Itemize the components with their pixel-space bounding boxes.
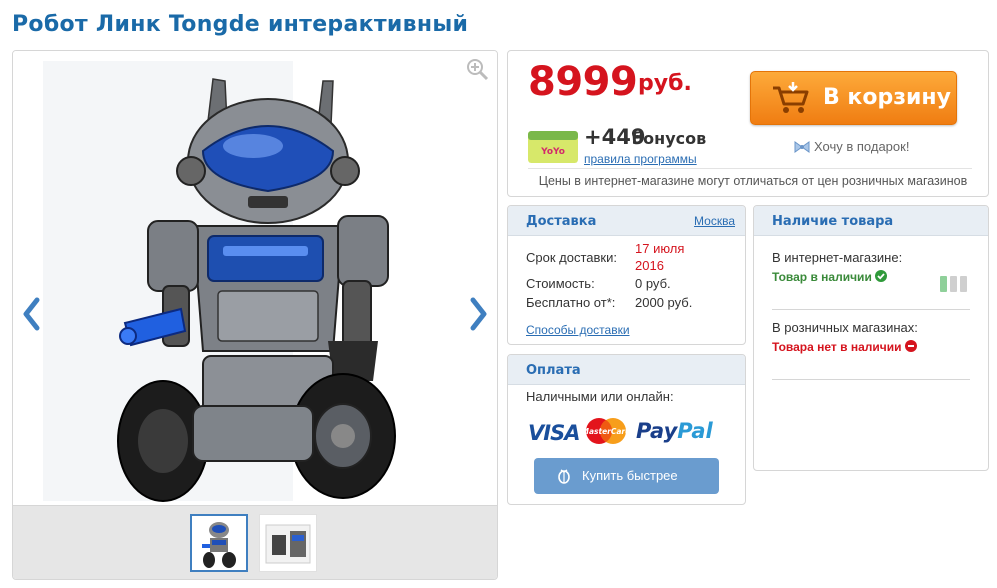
price-amount: 8999 (528, 59, 638, 105)
delivery-term-date: 17 июля (635, 241, 685, 256)
divider (772, 379, 970, 380)
stock-retail-status: Товара нет в наличии (772, 340, 917, 354)
delivery-panel: Доставка Москва Срок доставки: 17 июля 2… (507, 205, 746, 345)
add-to-cart-button[interactable]: В корзину (750, 71, 957, 125)
svg-text:YoYo: YoYo (540, 147, 565, 157)
mastercard-logo-text: MasterCard (582, 427, 630, 436)
delivery-methods-link[interactable]: Способы доставки (526, 323, 630, 337)
gift-wish-label: Хочу в подарок! (814, 139, 910, 154)
stock-retail-label: В розничных магазинах: (772, 320, 918, 335)
stock-header: Наличие товара (772, 214, 894, 229)
quick-buy-button[interactable]: Купить быстрее (534, 458, 719, 494)
payment-methods-text: Наличными или онлайн: (526, 389, 674, 404)
robot-image (43, 61, 396, 502)
delivery-header: Доставка (526, 214, 597, 229)
delivery-term-label: Срок доставки: (526, 250, 617, 265)
stock-online-status: Товар в наличии (772, 270, 888, 284)
payment-panel: Оплата Наличными или онлайн: VISA Master… (507, 354, 746, 505)
cart-icon (773, 82, 809, 113)
thumbnail-robot-front[interactable] (190, 514, 248, 572)
bonus-word: бонусов (632, 129, 707, 148)
quick-buy-label: Купить быстрее (582, 468, 678, 483)
visa-logo: VISA (528, 421, 580, 445)
thumbnail-strip (13, 505, 497, 579)
delivery-term-year: 2016 (635, 258, 664, 273)
price-box: 8999 руб. В корзину YoYo +449 бонусов пр… (507, 50, 989, 197)
delivery-cost-label: Стоимость: (526, 276, 595, 291)
delivery-free-label: Бесплатно от*: (526, 295, 616, 310)
chevron-right-icon[interactable] (469, 297, 489, 331)
mastercard-logo: MasterCard (582, 418, 630, 444)
stock-online-label: В интернет-магазине: (772, 250, 903, 265)
stock-level-indicator (940, 276, 968, 292)
zoom-in-icon[interactable] (465, 57, 489, 81)
chevron-left-icon[interactable] (21, 297, 41, 331)
divider (772, 309, 970, 310)
delivery-cost-value: 0 руб. (635, 276, 671, 291)
payment-logos: VISA MasterCard PayPal (528, 417, 728, 445)
add-to-cart-label: В корзину (823, 85, 951, 110)
product-gallery (12, 50, 498, 580)
product-title: Робот Линк Tongde интерактивный (12, 12, 469, 37)
bow-icon (794, 141, 810, 153)
main-product-image[interactable] (13, 51, 497, 506)
stock-panel: Наличие товара В интернет-магазине: Това… (753, 205, 989, 471)
payment-header: Оплата (526, 363, 581, 378)
price-disclaimer: Цены в интернет-магазине могут отличатьс… (538, 174, 968, 188)
gift-wish-link[interactable]: Хочу в подарок! (793, 139, 909, 154)
minus-circle-icon (904, 340, 917, 352)
thumbnail-robot-box[interactable] (259, 514, 317, 572)
divider (528, 168, 972, 169)
check-circle-icon (875, 270, 888, 282)
bonus-rules-link[interactable]: правила программы (584, 152, 697, 166)
delivery-city-link[interactable]: Москва (694, 214, 735, 228)
delivery-free-value: 2000 руб. (635, 295, 693, 310)
bug-icon (558, 469, 570, 484)
price-currency: руб. (638, 71, 692, 96)
bonus-card-icon: YoYo (528, 131, 578, 163)
paypal-logo: PayPal (636, 419, 713, 443)
